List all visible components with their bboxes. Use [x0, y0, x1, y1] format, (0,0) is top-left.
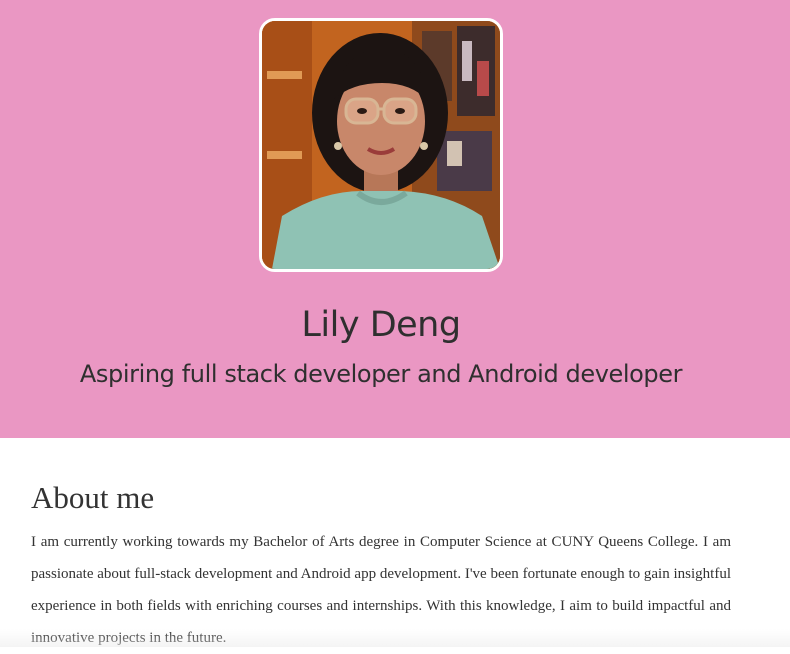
about-paragraph: I am currently working towards my Bachel… [31, 526, 731, 654]
profile-photo [259, 18, 503, 272]
profile-tagline: Aspiring full stack developer and Androi… [0, 354, 762, 394]
about-section: About me I am currently working towards … [31, 470, 731, 654]
profile-name: Lily Deng [0, 300, 762, 350]
profile-photo-illustration [262, 21, 500, 269]
about-heading: About me [31, 470, 731, 526]
hero-banner: Lily Deng Aspiring full stack developer … [0, 0, 790, 438]
